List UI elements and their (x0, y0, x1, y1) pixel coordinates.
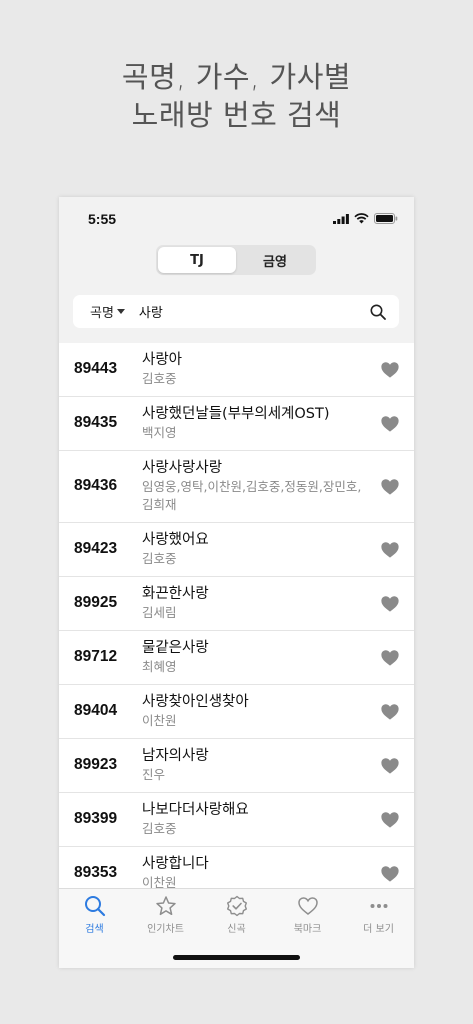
bookmark-heart-icon[interactable] (380, 702, 400, 725)
tab-new-label: 신곡 (227, 924, 246, 935)
song-artist: 이찬원 (142, 713, 177, 728)
song-info: 사랑했던날들(부부의세계OST) 백지영 (142, 404, 414, 442)
song-info: 화끈한사랑김세림 (142, 584, 414, 622)
song-info: 사랑사랑사랑임영웅,영탁,이찬원,김호중,정동원,장민호,김희재 (142, 458, 414, 514)
song-info: 물같은사랑최혜영 (142, 638, 414, 676)
song-title: 사랑합니다 (142, 856, 209, 872)
song-artist: 이찬원 (142, 875, 177, 888)
song-artist: 진우 (142, 767, 166, 782)
status-time: 5:55 (88, 211, 117, 227)
star-icon (155, 896, 176, 916)
song-row[interactable]: 89399 나보다더사랑해요김호중 (59, 793, 414, 847)
promo-line-2: 노래방 번호 검색 (131, 98, 342, 132)
provider-segmented-control: TJ 금영 (156, 245, 316, 275)
song-number: 89399 (74, 810, 118, 827)
tab-bookmark-label: 북마크 (293, 924, 322, 935)
bookmark-heart-icon[interactable] (380, 360, 400, 383)
song-artist: 김호중 (142, 551, 177, 566)
new-badge-icon (226, 895, 247, 917)
wifi-icon (354, 213, 369, 224)
song-title: 남자의사랑 (142, 748, 209, 764)
song-row[interactable]: 89423 사랑했어요김호중 (59, 523, 414, 577)
results-list: 89443 사랑아김호중 89435 사랑했던날들(부부의세계OST) 백지영 89436… (59, 343, 414, 888)
song-info: 나보다더사랑해요김호중 (142, 800, 414, 838)
bookmark-heart-icon[interactable] (380, 648, 400, 671)
tab-bookmark[interactable]: 북마크 (272, 889, 343, 941)
song-number: 89436 (74, 477, 118, 494)
song-artist: 김호중 (142, 821, 177, 836)
search-type-dropdown[interactable]: 곡명 (90, 302, 125, 321)
song-artist: 백지영 (142, 425, 177, 440)
song-number: 89353 (74, 864, 118, 881)
song-title: 사랑아 (142, 352, 183, 368)
song-title: 사랑했어요 (142, 532, 209, 548)
status-icons (333, 213, 398, 224)
search-input[interactable]: 사랑 (139, 302, 370, 321)
song-title: 나보다더사랑해요 (142, 802, 249, 818)
song-artist: 김세림 (142, 605, 177, 620)
song-row[interactable]: 89443 사랑아김호중 (59, 343, 414, 397)
song-number: 89404 (74, 702, 118, 719)
bookmark-heart-icon[interactable] (380, 540, 400, 563)
search-type-label: 곡명 (90, 306, 114, 321)
song-number: 89435 (74, 414, 118, 431)
search-icon[interactable] (370, 304, 386, 320)
song-number: 89923 (74, 756, 118, 773)
tab-bar: 검색 인기차트 신곡 북마크 더 보기 (59, 888, 414, 968)
signal-icon (333, 213, 349, 224)
tab-chart[interactable]: 인기차트 (130, 889, 201, 941)
bookmark-heart-icon[interactable] (380, 594, 400, 617)
search-icon (84, 896, 105, 917)
caret-down-icon (116, 309, 125, 314)
song-artist: 임영웅,영탁,이찬원,김호중,정동원,장민호,김희재 (142, 479, 362, 512)
battery-icon (374, 213, 398, 224)
bookmark-heart-icon[interactable] (380, 477, 400, 500)
tab-chart-label: 인기차트 (147, 924, 184, 935)
bookmark-heart-icon[interactable] (380, 810, 400, 833)
song-row[interactable]: 89404 사랑찾아인생찾아이찬원 (59, 685, 414, 739)
song-info: 사랑합니다이찬원 (142, 854, 414, 888)
phone-screen: 5:55 TJ 금영 곡명 사랑 89443 사랑아 김호중 89435 사랑했… (59, 197, 414, 968)
song-info: 사랑아김호중 (142, 350, 414, 388)
segment-tj[interactable]: TJ (158, 247, 236, 273)
top-bar: 5:55 TJ 금영 곡명 사랑 (59, 197, 414, 343)
tab-search[interactable]: 검색 (59, 889, 130, 941)
song-row[interactable]: 89353 사랑합니다이찬원 (59, 847, 414, 888)
song-row[interactable]: 89436 사랑사랑사랑임영웅,영탁,이찬원,김호중,정동원,장민호,김희재 (59, 451, 414, 523)
more-icon (370, 904, 387, 908)
song-info: 사랑찾아인생찾아이찬원 (142, 692, 414, 730)
song-title: 물같은사랑 (142, 640, 209, 656)
song-row[interactable]: 89923 남자의사랑진우 (59, 739, 414, 793)
song-row[interactable]: 89925 화끈한사랑김세림 (59, 577, 414, 631)
segment-kumyoung[interactable]: 금영 (236, 247, 314, 273)
tab-new[interactable]: 신곡 (201, 889, 272, 941)
song-number: 89423 (74, 540, 118, 557)
tab-more[interactable]: 더 보기 (343, 889, 414, 941)
song-row[interactable]: 89712 물같은사랑최혜영 (59, 631, 414, 685)
song-info: 남자의사랑진우 (142, 746, 414, 784)
home-indicator (173, 955, 300, 960)
song-title: 화끈한사랑 (142, 586, 209, 602)
song-title: 사랑사랑사랑 (142, 460, 223, 476)
bookmark-heart-icon[interactable] (380, 414, 400, 437)
search-bar: 곡명 사랑 (73, 295, 399, 328)
song-title: 사랑했던날들(부부의세계OST) (142, 406, 330, 422)
tab-search-label: 검색 (85, 924, 104, 935)
song-artist: 김호중 (142, 371, 177, 386)
tab-more-label: 더 보기 (363, 924, 394, 935)
bookmark-heart-icon[interactable] (380, 864, 400, 887)
song-info: 사랑했어요김호중 (142, 530, 414, 568)
song-number: 89925 (74, 594, 118, 611)
song-artist: 최혜영 (142, 659, 177, 674)
song-number: 89712 (74, 648, 118, 665)
bookmark-heart-icon[interactable] (380, 756, 400, 779)
song-row[interactable]: 89435 사랑했던날들(부부의세계OST) 백지영 (59, 397, 414, 451)
promo-headline: 곡명, 가수, 가사별 노래방 번호 검색 (0, 58, 473, 134)
promo-line-1: 곡명, 가수, 가사별 (121, 60, 352, 94)
song-number: 89443 (74, 360, 118, 377)
song-title: 사랑찾아인생찾아 (142, 694, 249, 710)
heart-icon (297, 897, 318, 915)
